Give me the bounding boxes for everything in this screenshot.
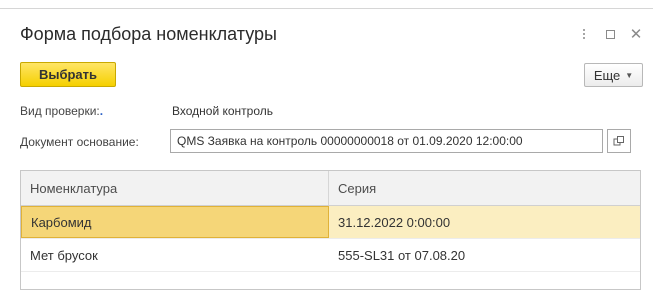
- close-icon[interactable]: ✕: [625, 24, 647, 44]
- base-document-label: Документ основание:: [20, 135, 139, 149]
- more-actions-icon[interactable]: [573, 24, 595, 44]
- column-header-nomenclature[interactable]: Номенклатура: [21, 171, 329, 205]
- base-document-field[interactable]: QMS Заявка на контроль 00000000018 от 01…: [170, 129, 603, 153]
- cell-nomenclature[interactable]: Карбомид: [21, 206, 329, 238]
- maximize-icon[interactable]: [599, 24, 621, 44]
- table-row[interactable]: Мет брусок 555-SL31 от 07.08.20: [21, 239, 640, 272]
- check-type-label: Вид проверки:.: [20, 104, 104, 118]
- form-title: Форма подбора номенклатуры: [20, 24, 277, 44]
- open-document-icon[interactable]: [607, 129, 631, 153]
- chevron-down-icon: ▼: [625, 70, 634, 80]
- check-type-value: Входной контроль: [172, 104, 274, 118]
- more-button-label: Еще: [593, 67, 621, 83]
- cell-nomenclature[interactable]: Мет брусок: [21, 239, 329, 271]
- more-button[interactable]: Еще ▼: [584, 63, 643, 87]
- column-header-series[interactable]: Серия: [329, 171, 640, 205]
- nomenclature-table: Номенклатура Серия Карбомид 31.12.2022 0…: [20, 170, 641, 290]
- window-controls: ✕: [569, 24, 647, 44]
- cell-series[interactable]: 31.12.2022 0:00:00: [329, 206, 640, 238]
- top-divider: [0, 8, 653, 9]
- table-row[interactable]: Карбомид 31.12.2022 0:00:00: [21, 206, 640, 239]
- required-marker: .: [99, 104, 104, 118]
- select-button[interactable]: Выбрать: [20, 62, 116, 87]
- cell-series[interactable]: 555-SL31 от 07.08.20: [329, 239, 640, 271]
- table-header: Номенклатура Серия: [21, 171, 640, 206]
